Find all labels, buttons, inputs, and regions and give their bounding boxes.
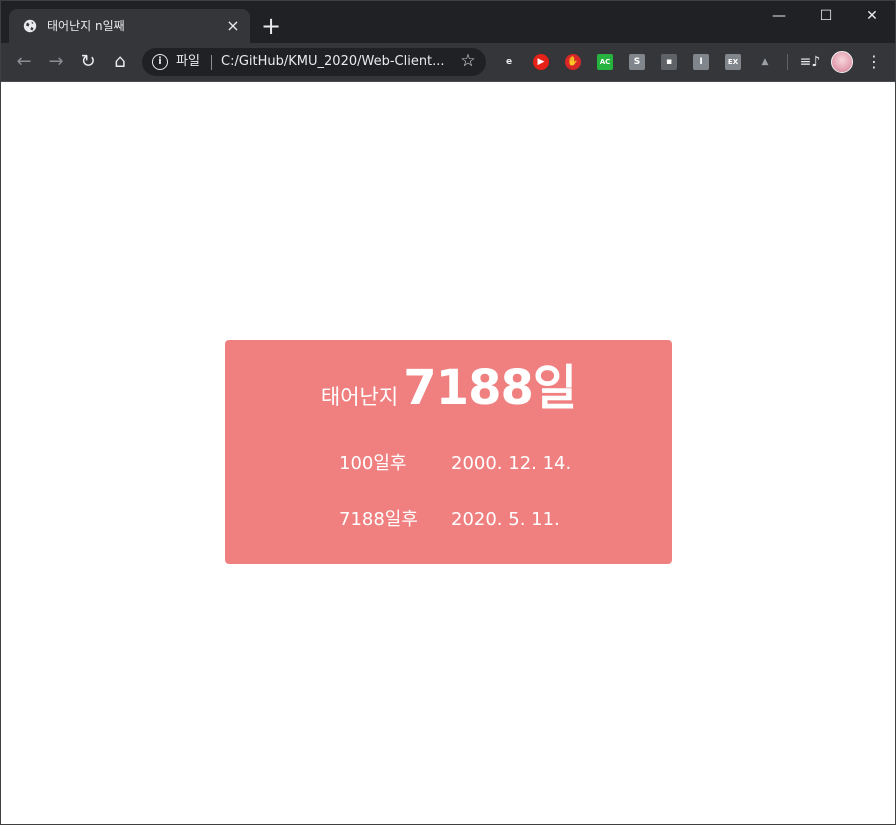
maximize-button[interactable]: ☐ <box>803 1 849 31</box>
window-close-button[interactable]: ✕ <box>849 1 895 31</box>
extension-drive-icon[interactable]: ▲ <box>757 54 773 70</box>
headline-day-count: 7188일 <box>403 360 577 416</box>
milestone-date: 2020. 5. 11. <box>451 509 560 530</box>
browser-window: 태어난지 n일째 × + — ☐ ✕ ← → ↻ ⌂ i 파일 C:/GitHu… <box>0 0 896 825</box>
days-card: 태어난지 7188일 100일후 2000. 12. 14. 7188일후 20… <box>225 340 672 564</box>
scheme-label: 파일 <box>176 54 200 69</box>
extension-stop-hand-icon[interactable]: ✋ <box>565 54 581 70</box>
back-arrow-icon[interactable]: ← <box>12 50 36 74</box>
toolbar-separator <box>787 54 788 70</box>
extension-s-icon[interactable]: S <box>629 54 645 70</box>
forward-arrow-icon[interactable]: → <box>44 50 68 74</box>
avatar[interactable] <box>831 51 853 73</box>
globe-icon <box>23 19 37 33</box>
url-text[interactable]: C:/GitHub/KMU_2020/Web-Client... <box>221 54 453 70</box>
tab-strip: 태어난지 n일째 × + — ☐ ✕ <box>1 1 895 43</box>
extension-ac-icon[interactable]: AC <box>597 54 613 70</box>
home-icon[interactable]: ⌂ <box>108 50 132 74</box>
milestone-label: 100일후 <box>339 453 407 474</box>
close-icon[interactable]: × <box>224 17 242 35</box>
address-separator <box>211 55 212 70</box>
reload-icon[interactable]: ↻ <box>76 50 100 74</box>
minimize-button[interactable]: — <box>756 1 802 31</box>
extension-card-icon[interactable]: ▪ <box>661 54 677 70</box>
extension-youtube-icon[interactable]: ▶ <box>533 54 549 70</box>
browser-toolbar: ← → ↻ ⌂ i 파일 C:/GitHub/KMU_2020/Web-Clie… <box>1 43 895 82</box>
menu-kebab-icon[interactable]: ⋮ <box>864 52 884 72</box>
media-control-icon[interactable]: ≡♪ <box>798 50 822 74</box>
tab-active[interactable]: 태어난지 n일째 × <box>9 9 250 43</box>
new-tab-button[interactable]: + <box>259 14 283 39</box>
extension-i-icon[interactable]: I <box>693 54 709 70</box>
headline: 태어난지 7188일 <box>225 360 672 425</box>
milestone-date: 2000. 12. 14. <box>451 453 572 474</box>
extension-e-icon[interactable]: e <box>501 54 517 70</box>
bookmark-star-icon[interactable]: ☆ <box>459 52 477 70</box>
info-icon[interactable]: i <box>152 54 168 70</box>
milestone-label: 7188일후 <box>339 509 418 530</box>
extension-ex-icon[interactable]: EX <box>725 54 741 70</box>
page-viewport: 태어난지 7188일 100일후 2000. 12. 14. 7188일후 20… <box>1 82 895 824</box>
address-bar[interactable]: i 파일 C:/GitHub/KMU_2020/Web-Client... ☆ <box>142 48 486 76</box>
milestone-row: 7188일후 2020. 5. 11. <box>225 508 672 532</box>
tab-title: 태어난지 n일째 <box>47 19 125 33</box>
milestone-row: 100일후 2000. 12. 14. <box>225 452 672 476</box>
headline-label: 태어난지 <box>320 385 399 409</box>
